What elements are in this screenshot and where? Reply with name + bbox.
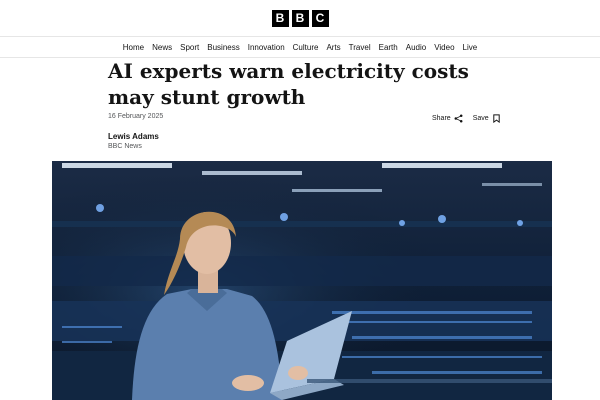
share-label: Share [432,115,451,122]
save-label: Save [472,115,489,122]
logo-letter: B [271,9,289,27]
main-nav: Home News Sport Business Innovation Cult… [0,37,600,58]
nav-item-live[interactable]: Live [463,43,478,52]
nav-item-business[interactable]: Business [207,43,239,52]
nav-item-news[interactable]: News [152,43,172,52]
share-icon [454,114,463,123]
article-actions: Share Save [432,114,501,123]
hero-illustration [52,161,552,400]
nav-item-innovation[interactable]: Innovation [248,43,285,52]
nav-item-earth[interactable]: Earth [379,43,398,52]
nav-item-home[interactable]: Home [123,43,144,52]
nav-item-sport[interactable]: Sport [180,43,199,52]
author-organization: BBC News [108,143,142,150]
logo-letter: B [291,9,309,27]
article-headline: AI experts warn electricity costs may st… [108,59,469,109]
article-date: 16 February 2025 [108,113,164,120]
bbc-logo[interactable]: B B C [271,9,329,27]
logo-letter: C [311,9,329,27]
nav-item-culture[interactable]: Culture [293,43,319,52]
bookmark-icon [492,114,500,123]
hero-image [52,161,552,400]
site-header: B B C [0,0,600,37]
nav-item-video[interactable]: Video [434,43,454,52]
author-name: Lewis Adams [108,132,159,141]
nav-item-audio[interactable]: Audio [406,43,426,52]
save-button[interactable]: Save [473,114,501,123]
nav-item-travel[interactable]: Travel [349,43,371,52]
share-button[interactable]: Share [432,114,463,123]
nav-item-arts[interactable]: Arts [326,43,340,52]
